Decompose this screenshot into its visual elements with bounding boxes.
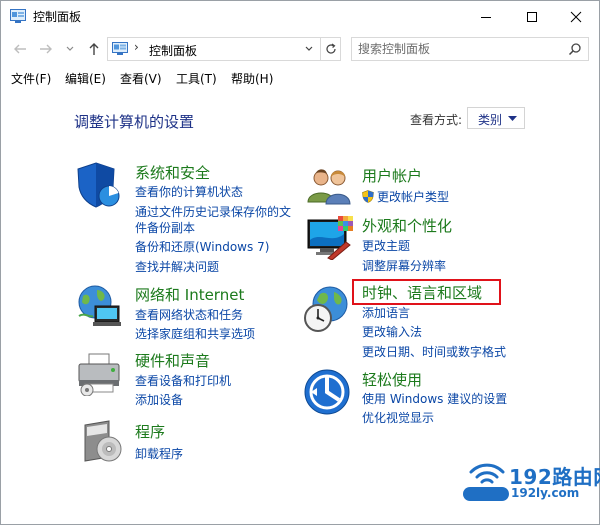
close-button[interactable] [553,1,599,32]
highlight-box [352,279,501,305]
title-bar: 控制面板 [1,1,599,33]
window-title: 控制面板 [33,10,82,24]
link-view-computer-status[interactable]: 查看你的计算机状态 [135,183,243,200]
view-by-value: 类别 [478,113,503,127]
category-appearance[interactable]: 外观和个性化 [362,215,452,236]
control-panel-icon [10,9,26,23]
search-input[interactable] [358,39,558,59]
clock-globe-icon [304,286,348,332]
link-add-device[interactable]: 添加设备 [135,391,183,408]
search-icon [568,43,581,56]
link-devices-printers[interactable]: 查看设备和打印机 [135,372,231,389]
menu-edit[interactable]: 编辑(E) [65,70,106,87]
link-network-status[interactable]: 查看网络状态和任务 [135,306,243,323]
network-globe-icon [78,285,121,326]
minimize-icon [481,16,491,18]
link-change-account-type-label: 更改帐户类型 [377,190,450,204]
close-icon [570,11,582,22]
control-panel-icon [112,42,128,55]
appearance-monitor-icon [307,216,353,260]
category-hardware-sound[interactable]: 硬件和声音 [135,350,210,371]
menu-bar: 文件(F) 编辑(E) 查看(V) 工具(T) 帮助(H) [1,68,599,88]
link-uninstall-program[interactable]: 卸载程序 [135,445,183,462]
security-shield-icon [77,162,120,208]
ease-of-access-icon [304,369,350,415]
navigation-bar: › 控制面板 [1,34,599,64]
link-change-account-type[interactable]: 更改帐户类型 [362,188,449,205]
programs-disc-icon [84,420,122,462]
forward-arrow-icon [40,44,52,54]
maximize-button[interactable] [509,1,555,32]
up-arrow-icon [89,43,99,55]
page-title: 调整计算机的设置 [74,113,195,131]
chevron-down-icon [66,46,74,51]
chevron-down-icon [508,116,517,121]
category-system-security[interactable]: 系统和安全 [135,162,210,183]
uac-shield-icon [362,190,374,203]
minimize-button[interactable] [463,1,509,32]
refresh-icon [326,43,336,54]
recent-locations-button[interactable] [61,40,79,58]
category-user-accounts[interactable]: 用户帐户 [362,165,422,186]
search-box[interactable] [351,37,589,61]
refresh-button[interactable] [320,38,341,60]
up-button[interactable] [85,40,103,58]
view-by-label: 查看方式: [410,113,463,127]
breadcrumb-separator: › [134,40,139,54]
user-accounts-icon [307,169,351,205]
link-homegroup[interactable]: 选择家庭组和共享选项 [135,325,255,342]
back-button[interactable] [11,40,29,58]
link-change-theme[interactable]: 更改主题 [362,237,410,254]
maximize-icon [527,11,537,22]
menu-view[interactable]: 查看(V) [120,70,162,87]
category-ease-of-access[interactable]: 轻松使用 [362,369,422,390]
watermark-pill [463,487,509,501]
menu-help[interactable]: 帮助(H) [231,70,273,87]
address-history-button[interactable] [302,42,316,56]
menu-tools[interactable]: 工具(T) [176,70,217,87]
menu-file[interactable]: 文件(F) [11,70,51,87]
forward-button[interactable] [37,40,55,58]
printer-icon [78,353,120,396]
link-change-date-time-format[interactable]: 更改日期、时间或数字格式 [362,343,506,360]
category-network-internet[interactable]: 网络和 Internet [135,284,244,305]
link-recommended-settings[interactable]: 使用 Windows 建议的设置 [362,390,507,407]
breadcrumb[interactable]: 控制面板 [149,42,197,59]
chevron-down-icon [305,46,313,51]
link-add-language[interactable]: 添加语言 [362,304,410,321]
address-bar[interactable]: › 控制面板 [107,37,341,61]
link-change-input-method[interactable]: 更改输入法 [362,323,422,340]
back-arrow-icon [14,44,26,54]
control-panel-window: 控制面板 › 控制面板 搜索控制面板 文件(F) 编辑(E) 查看(V) 工具(… [0,0,600,525]
link-file-history[interactable]: 通过文件历史记录保存你的文 [135,203,291,220]
view-by-dropdown[interactable]: 类别 [467,107,525,129]
link-backup-restore[interactable]: 备份和还原(Windows 7) [135,238,269,255]
link-optimize-display[interactable]: 优化视觉显示 [362,409,434,426]
link-troubleshoot[interactable]: 查找并解决问题 [135,258,219,275]
category-programs[interactable]: 程序 [135,421,165,442]
watermark-url: 192ly.com [511,486,580,500]
link-file-history-cont[interactable]: 件备份副本 [135,219,195,236]
wifi-watermark-icon [469,463,505,484]
link-screen-resolution[interactable]: 调整屏幕分辨率 [362,257,446,274]
